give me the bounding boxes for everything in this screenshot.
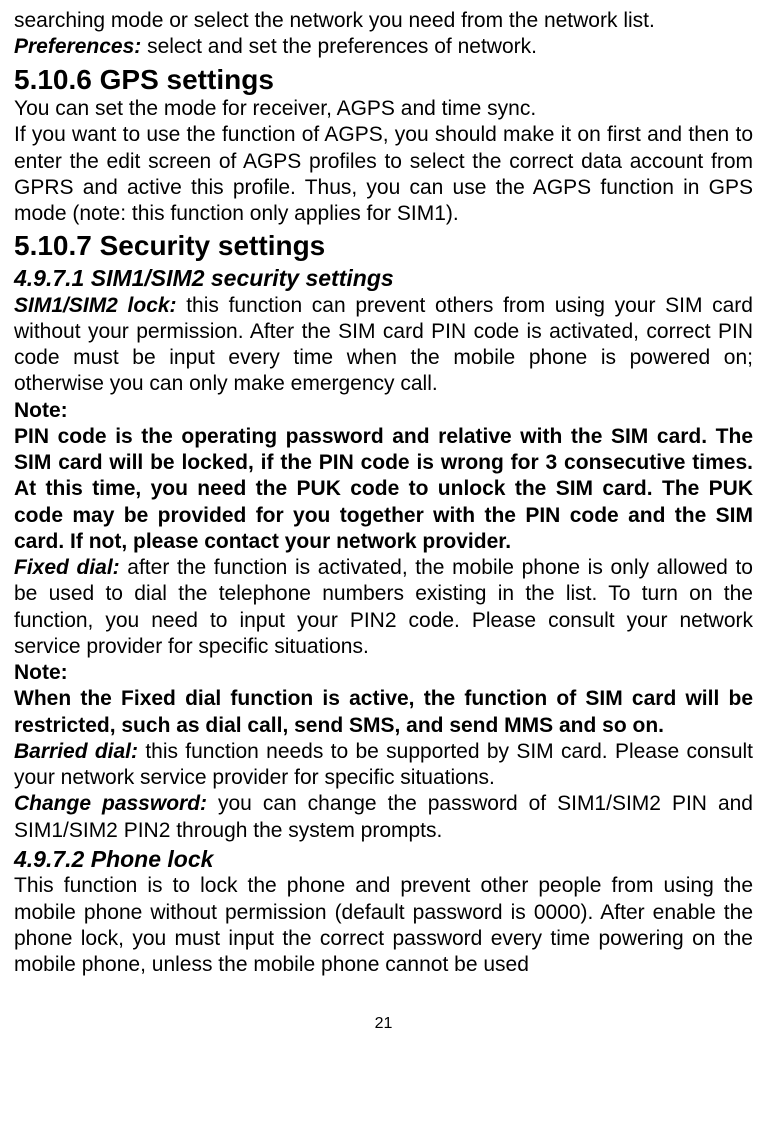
note1-heading: Note:: [14, 398, 753, 424]
paragraph-gps-intro: You can set the mode for receiver, AGPS …: [14, 96, 753, 122]
fixed-dial-text: after the function is activated, the mob…: [14, 556, 753, 658]
page-number: 21: [14, 1014, 753, 1034]
paragraph-change-password: Change password: you can change the pass…: [14, 791, 753, 844]
preferences-label: Preferences:: [14, 35, 141, 58]
subheading-phone-lock: 4.9.7.2 Phone lock: [14, 846, 753, 874]
change-password-label: Change password:: [14, 792, 207, 815]
sim-lock-label: SIM1/SIM2 lock:: [14, 294, 177, 317]
preferences-text: select and set the preferences of networ…: [141, 35, 537, 58]
paragraph-barried-dial: Barried dial: this function needs to be …: [14, 739, 753, 792]
subheading-sim-security: 4.9.7.1 SIM1/SIM2 security settings: [14, 265, 753, 293]
paragraph-fixed-dial: Fixed dial: after the function is activa…: [14, 555, 753, 660]
fixed-dial-label: Fixed dial:: [14, 556, 120, 579]
paragraph-agps: If you want to use the function of AGPS,…: [14, 122, 753, 227]
note1-body: PIN code is the operating password and r…: [14, 424, 753, 555]
paragraph-preferences: Preferences: select and set the preferen…: [14, 34, 753, 60]
note2-body: When the Fixed dial function is active, …: [14, 686, 753, 739]
paragraph-sim-lock: SIM1/SIM2 lock: this function can preven…: [14, 293, 753, 398]
barried-dial-label: Barried dial:: [14, 740, 138, 763]
paragraph-network-searching: searching mode or select the network you…: [14, 8, 753, 34]
heading-gps-settings: 5.10.6 GPS settings: [14, 63, 753, 97]
note2-heading: Note:: [14, 660, 753, 686]
paragraph-phone-lock: This function is to lock the phone and p…: [14, 873, 753, 978]
heading-security-settings: 5.10.7 Security settings: [14, 229, 753, 263]
